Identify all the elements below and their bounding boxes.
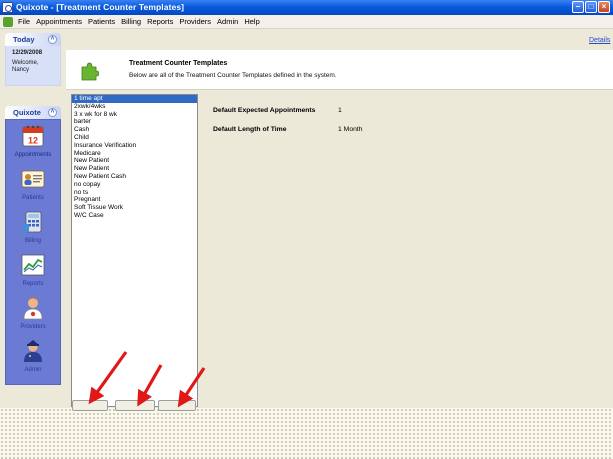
admin-officer-icon: [24, 340, 42, 362]
add-button[interactable]: [72, 400, 108, 411]
collapse-up-icon[interactable]: ˄: [48, 35, 57, 44]
list-item[interactable]: New Patient: [72, 157, 197, 165]
today-panel: Today ˄ 12/29/2008 Welcome, Nancy: [5, 33, 61, 88]
list-item[interactable]: W/C Case: [72, 212, 197, 220]
list-item[interactable]: Cash: [72, 126, 197, 134]
details-link[interactable]: Details: [589, 37, 610, 44]
list-item[interactable]: no ts: [72, 189, 197, 197]
list-item[interactable]: no copay: [72, 181, 197, 189]
length-of-time-value: 1 Month: [338, 126, 363, 133]
template-list[interactable]: 1 time apt 2xwk/4wks 3 x wk for 8 wk bar…: [71, 94, 198, 407]
quixote-nav-panel: Quixote ˄ 12 Appointments Patients Billi…: [5, 106, 61, 385]
menu-admin[interactable]: Admin: [217, 17, 238, 26]
quixote-panel-header[interactable]: Quixote ˄: [5, 106, 61, 119]
page-description: Below are all of the Treatment Counter T…: [129, 72, 337, 79]
patient-card-icon: [21, 170, 45, 188]
template-details-panel: Default Expected Appointments 1 Default …: [198, 94, 613, 407]
calendar-icon: 12: [22, 125, 44, 147]
sidebar: Today ˄ 12/29/2008 Welcome, Nancy Quixot…: [5, 33, 61, 385]
list-item[interactable]: 1 time apt: [72, 95, 197, 103]
window-title: Quixote - [Treatment Counter Templates]: [16, 2, 185, 12]
expected-appointments-label: Default Expected Appointments: [213, 107, 316, 114]
nav-reports[interactable]: Reports: [6, 249, 60, 292]
nav-label-reports: Reports: [22, 281, 44, 287]
nav-label-providers: Providers: [20, 324, 46, 330]
today-panel-header[interactable]: Today ˄: [5, 33, 61, 46]
length-of-time-label: Default Length of Time: [213, 126, 287, 133]
nav-providers[interactable]: Providers: [6, 292, 60, 335]
list-item[interactable]: barter: [72, 118, 197, 126]
page-title: Treatment Counter Templates: [129, 60, 228, 67]
today-panel-body: 12/29/2008 Welcome, Nancy: [5, 46, 61, 86]
menu-providers[interactable]: Providers: [179, 17, 211, 26]
list-item[interactable]: 3 x wk for 8 wk: [72, 111, 197, 119]
list-item[interactable]: New Patient Cash: [72, 173, 197, 181]
close-button[interactable]: ×: [598, 1, 610, 13]
menu-reports[interactable]: Reports: [147, 17, 173, 26]
calendar-day: 12: [28, 136, 38, 146]
nav-label-billing: Billing: [24, 238, 41, 244]
quixote-panel-title: Quixote: [13, 108, 41, 117]
nav-label-appointments: Appointments: [14, 152, 52, 158]
maximize-button[interactable]: □: [585, 1, 597, 13]
list-item[interactable]: Insurance Verification: [72, 142, 197, 150]
minimize-button[interactable]: –: [572, 1, 584, 13]
edit-button[interactable]: [115, 400, 155, 411]
list-item[interactable]: Soft Tissue Work: [72, 204, 197, 212]
nav-appointments[interactable]: 12 Appointments: [6, 120, 60, 163]
menu-bar: File Appointments Patients Billing Repor…: [0, 15, 613, 29]
menu-file[interactable]: File: [18, 17, 30, 26]
expected-appointments-value: 1: [338, 107, 342, 114]
title-bar[interactable]: Quixote - [Treatment Counter Templates] …: [0, 0, 613, 15]
nav-billing[interactable]: Billing: [6, 206, 60, 249]
nav-label-admin: Admin: [24, 367, 42, 373]
nav-admin[interactable]: Admin: [6, 335, 60, 378]
list-item[interactable]: Pregnant: [72, 196, 197, 204]
content-header: Treatment Counter Templates Below are al…: [66, 50, 613, 90]
collapse-up-icon[interactable]: ˄: [48, 108, 57, 117]
menu-patients[interactable]: Patients: [88, 17, 115, 26]
today-date: 12/29/2008: [12, 50, 43, 56]
user-name: Nancy: [12, 67, 30, 73]
menu-billing[interactable]: Billing: [121, 17, 141, 26]
app-icon: [2, 2, 13, 13]
welcome-text: Welcome,: [12, 60, 39, 66]
application-window: Quixote - [Treatment Counter Templates] …: [0, 0, 613, 408]
puzzle-icon: [81, 62, 99, 81]
chart-icon: [21, 254, 45, 276]
nav-label-patients: Patients: [22, 195, 44, 201]
list-item[interactable]: Medicare: [72, 150, 197, 158]
nav-list: 12 Appointments Patients Billing Reports…: [5, 119, 61, 385]
quixote-menu-icon[interactable]: [3, 17, 13, 27]
delete-button[interactable]: [158, 400, 196, 411]
today-panel-title: Today: [13, 35, 35, 44]
list-item[interactable]: New Patient: [72, 165, 197, 173]
nav-patients[interactable]: Patients: [6, 163, 60, 206]
list-item[interactable]: 2xwk/4wks: [72, 103, 197, 111]
menu-appointments[interactable]: Appointments: [36, 17, 82, 26]
list-item[interactable]: Child: [72, 134, 197, 142]
menu-help[interactable]: Help: [244, 17, 259, 26]
doctor-icon: [23, 297, 43, 320]
calculator-icon: [22, 211, 42, 233]
